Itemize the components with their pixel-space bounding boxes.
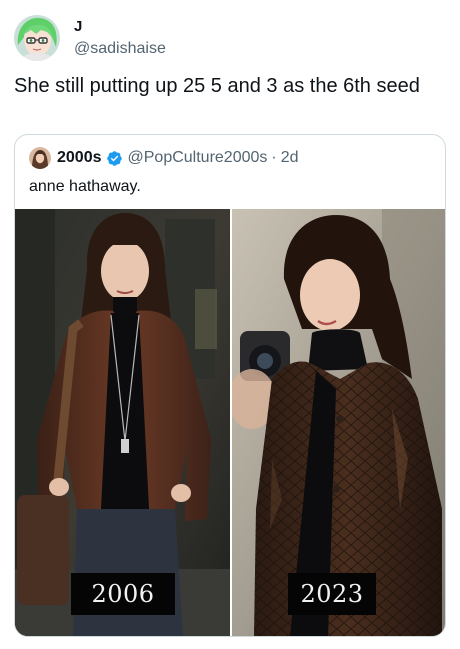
- year-label-2006: 2006: [71, 573, 175, 615]
- verified-badge-icon: [106, 150, 122, 166]
- quoted-tweet-timestamp[interactable]: 2d: [281, 149, 299, 167]
- photo-2023[interactable]: 2023: [232, 209, 445, 636]
- tweet-text: She still putting up 25 5 and 3 as the 6…: [14, 75, 420, 97]
- anime-avatar-icon: [14, 15, 60, 61]
- quoted-tweet-header: 2000s @PopCulture2000s · 2d: [29, 147, 429, 169]
- author-avatar[interactable]: [14, 15, 60, 61]
- quoted-tweet[interactable]: 2000s @PopCulture2000s · 2d anne hathawa…: [14, 134, 446, 637]
- author-names: J @sadishaise: [74, 18, 166, 59]
- author-display-name[interactable]: J: [74, 18, 166, 36]
- quoted-author-avatar[interactable]: [29, 147, 51, 169]
- tweet: J @sadishaise She still putting up 25 5 …: [0, 0, 460, 649]
- photo-2006[interactable]: 2006: [15, 209, 230, 636]
- year-label-2023: 2023: [288, 573, 376, 615]
- quoted-author-handle[interactable]: @PopCulture2000s: [128, 149, 268, 167]
- quoted-tweet-text: anne hathaway.: [29, 178, 141, 195]
- separator-dot: ·: [271, 149, 277, 166]
- author-handle[interactable]: @sadishaise: [74, 39, 166, 59]
- tweet-author-row[interactable]: J @sadishaise: [14, 12, 444, 62]
- quoted-author-display-name[interactable]: 2000s: [57, 149, 102, 167]
- portrait-avatar-icon: [29, 147, 51, 169]
